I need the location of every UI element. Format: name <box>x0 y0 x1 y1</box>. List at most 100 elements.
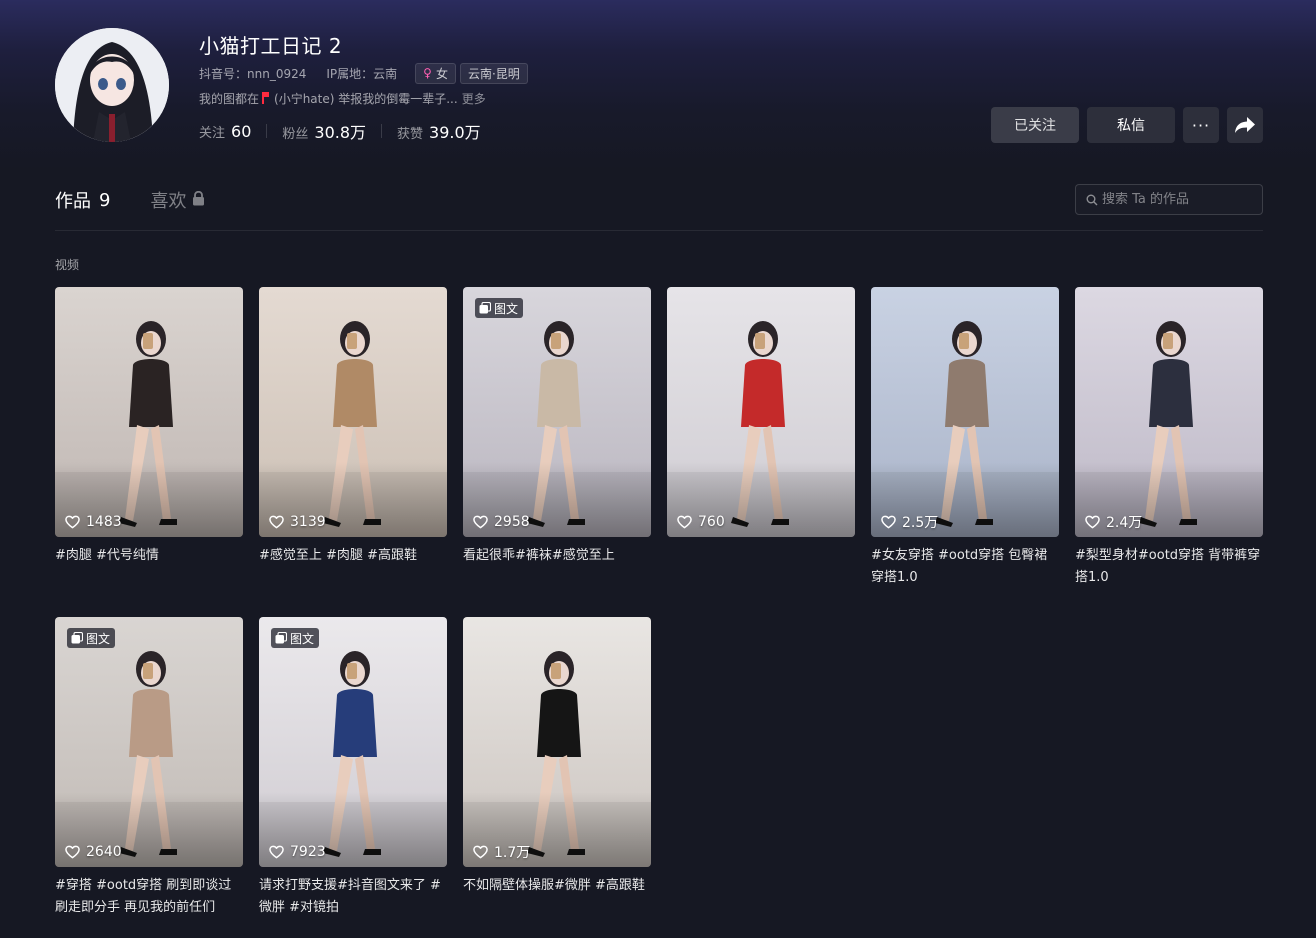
post-caption[interactable]: #肉腿 #代号纯情 <box>55 545 243 567</box>
post-caption[interactable]: #女友穿搭 #ootd穿搭 包臀裙穿搭1.0 <box>871 545 1059 589</box>
like-count-value: 2.5万 <box>902 515 939 531</box>
tab-works-label: 作品 <box>55 191 91 212</box>
stat-label: 获赞 <box>397 127 424 142</box>
stat-value: 39.0万 <box>429 123 481 142</box>
more-icon: ··· <box>1191 115 1211 135</box>
post-photo <box>463 617 651 867</box>
post-photo <box>55 617 243 867</box>
post-card[interactable]: 760 <box>667 287 855 545</box>
message-button[interactable]: 私信 <box>1087 107 1175 143</box>
post-caption[interactable]: #梨型身材#ootd穿搭 背带裤穿搭1.0 <box>1075 545 1263 589</box>
post-thumbnail[interactable]: 760 <box>667 287 855 537</box>
post-like-count: 760 <box>677 513 725 531</box>
stat-divider <box>381 124 383 138</box>
stat-value: 60 <box>231 121 252 141</box>
like-count-value: 2.4万 <box>1106 515 1143 531</box>
tab-works[interactable]: 作品 9 <box>55 187 110 213</box>
post-card[interactable]: 2.5万 #女友穿搭 #ootd穿搭 包臀裙穿搭1.0 <box>871 287 1059 589</box>
heart-icon <box>65 515 80 529</box>
image-text-badge: 图文 <box>475 298 524 318</box>
like-count-value: 760 <box>698 514 725 530</box>
douyin-id: 抖音号：nnn_0924 <box>199 66 307 81</box>
post-caption[interactable]: #穿搭 #ootd穿搭 刷到即谈过 刷走即分手 再见我的前任们 <box>55 875 243 919</box>
bio-text: (小宁hate) 举报我的倒霉一辈子... <box>274 91 458 106</box>
stat-followers[interactable]: 粉丝 30.8万 <box>282 119 366 143</box>
heart-icon <box>269 845 284 859</box>
profile-meta: 抖音号：nnn_0924 IP属地：云南 ♀ 女 云南·昆明 <box>199 62 528 84</box>
post-card[interactable]: 3139 #感觉至上 #肉腿 #高跟鞋 <box>259 287 447 567</box>
post-photo <box>871 287 1059 537</box>
search-box[interactable] <box>1075 184 1263 215</box>
heart-icon <box>65 845 80 859</box>
lock-icon <box>192 190 205 211</box>
post-like-count: 1483 <box>65 513 122 531</box>
avatar[interactable] <box>55 28 169 142</box>
post-caption[interactable]: 看起很乖#裤袜#感觉至上 <box>463 545 651 567</box>
like-count-value: 2640 <box>86 844 122 860</box>
post-thumbnail[interactable]: 1.7万 <box>463 617 651 867</box>
post-photo <box>259 617 447 867</box>
post-thumbnail[interactable]: 图文 2958 <box>463 287 651 537</box>
post-thumbnail[interactable]: 2.4万 <box>1075 287 1263 537</box>
post-thumbnail[interactable]: 图文 2640 <box>55 617 243 867</box>
stat-likes: 获赞 39.0万 <box>397 119 481 143</box>
post-photo <box>259 287 447 537</box>
like-count-value: 1.7万 <box>494 845 531 861</box>
post-photo <box>463 287 651 537</box>
post-caption[interactable]: 请求打野支援#抖音图文来了 #微胖 #对镜拍 <box>259 875 447 919</box>
post-thumbnail[interactable]: 3139 <box>259 287 447 537</box>
search-icon <box>1086 194 1098 205</box>
profile-bio: 我的图都在 (小宁hate) 举报我的倒霉一辈子... 更多 <box>199 89 486 107</box>
post-like-count: 3139 <box>269 513 326 531</box>
post-thumbnail[interactable]: 2.5万 <box>871 287 1059 537</box>
female-icon: ♀ <box>423 66 432 80</box>
ip-location: IP属地：云南 <box>326 66 398 81</box>
heart-icon <box>473 515 488 529</box>
image-text-badge: 图文 <box>271 628 320 648</box>
post-like-count: 1.7万 <box>473 843 530 861</box>
bio-prefix: 我的图都在 <box>199 91 260 106</box>
stat-label: 粉丝 <box>282 127 309 142</box>
heart-icon <box>881 515 896 529</box>
heart-icon <box>473 845 488 859</box>
post-thumbnail[interactable]: 1483 <box>55 287 243 537</box>
stat-divider <box>266 124 268 138</box>
badge-label: 图文 <box>86 631 111 646</box>
share-button[interactable] <box>1227 107 1263 143</box>
stat-following[interactable]: 关注 60 <box>199 122 251 141</box>
post-card[interactable]: 图文 7923 请求打野支援#抖音图文来了 #微胖 #对镜拍 <box>259 617 447 919</box>
followed-button[interactable]: 已关注 <box>991 107 1079 143</box>
post-photo <box>1075 287 1263 537</box>
post-caption[interactable]: #感觉至上 #肉腿 #高跟鞋 <box>259 545 447 567</box>
section-label: 视频 <box>55 258 80 272</box>
profile-name: 小猫打工日记 2 <box>199 34 343 58</box>
like-count-value: 2958 <box>494 514 530 530</box>
post-card[interactable]: 2.4万 #梨型身材#ootd穿搭 背带裤穿搭1.0 <box>1075 287 1263 589</box>
tab-divider <box>55 230 1263 231</box>
post-like-count: 2.5万 <box>881 513 938 531</box>
post-like-count: 2640 <box>65 843 122 861</box>
bio-more-link[interactable]: 更多 <box>462 90 486 107</box>
post-card[interactable]: 图文 2958 看起很乖#裤袜#感觉至上 <box>463 287 651 567</box>
image-text-badge: 图文 <box>67 628 116 648</box>
stat-value: 30.8万 <box>314 123 367 142</box>
post-thumbnail[interactable]: 图文 7923 <box>259 617 447 867</box>
profile-stats: 关注 60 粉丝 30.8万 获赞 39.0万 <box>199 119 481 143</box>
tab-likes[interactable]: 喜欢 <box>150 187 205 213</box>
like-count-value: 1483 <box>86 514 122 530</box>
image-text-icon <box>71 632 83 644</box>
post-like-count: 2.4万 <box>1085 513 1142 531</box>
search-input[interactable] <box>1102 192 1252 207</box>
post-card[interactable]: 图文 2640 #穿搭 #ootd穿搭 刷到即谈过 刷走即分手 再见我的前任们 <box>55 617 243 919</box>
post-card[interactable]: 1.7万不如隔壁体操服#微胖 #高跟鞋 <box>463 617 651 897</box>
gender-tag: ♀ 女 <box>415 62 456 84</box>
badge-label: 图文 <box>290 631 315 646</box>
share-arrow-icon <box>1235 117 1255 133</box>
image-text-icon <box>275 632 287 644</box>
like-count-value: 3139 <box>290 514 326 530</box>
post-like-count: 7923 <box>269 843 326 861</box>
tab-works-count: 9 <box>99 189 111 211</box>
post-card[interactable]: 1483 #肉腿 #代号纯情 <box>55 287 243 567</box>
more-button[interactable]: ··· <box>1183 107 1219 143</box>
post-caption[interactable]: 不如隔壁体操服#微胖 #高跟鞋 <box>463 875 651 897</box>
